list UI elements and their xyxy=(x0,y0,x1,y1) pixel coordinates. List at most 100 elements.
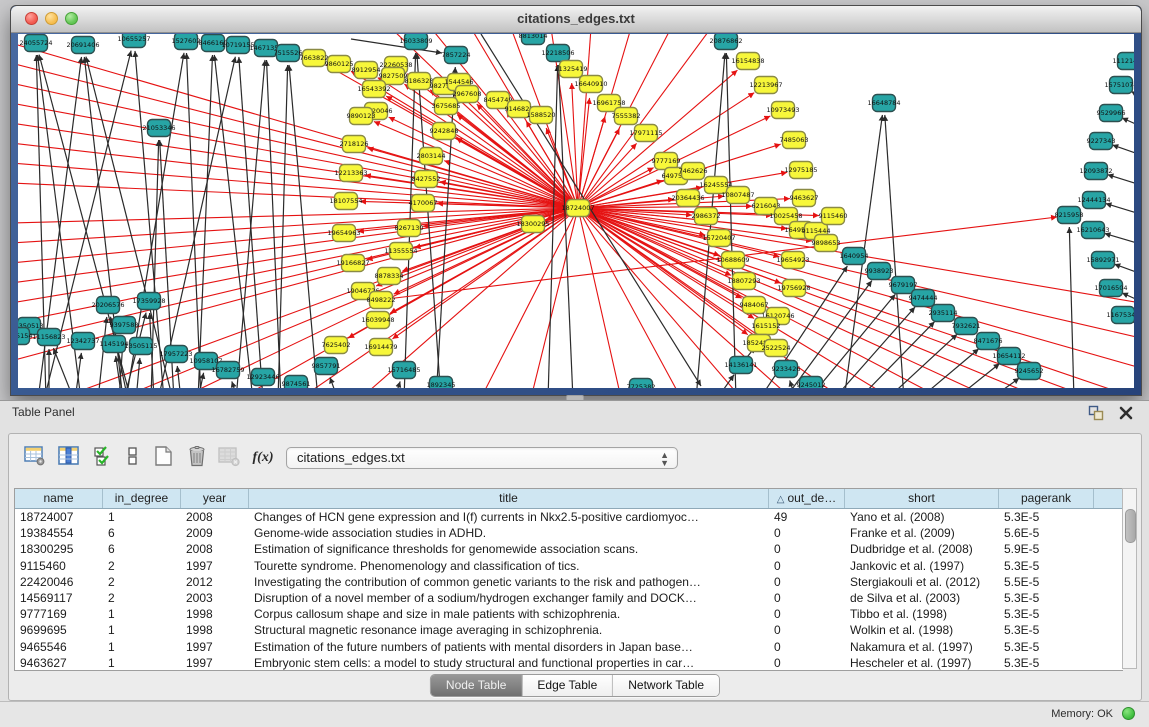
table-cell[interactable]: 0 xyxy=(769,590,845,606)
table-cell[interactable]: 0 xyxy=(769,525,845,541)
graph-edge[interactable] xyxy=(330,377,338,388)
graph-node[interactable]: 8267130 xyxy=(395,220,424,237)
graph-edge[interactable] xyxy=(18,208,578,283)
column-header-year[interactable]: year xyxy=(181,489,249,508)
graph-node[interactable]: 9463627 xyxy=(790,190,819,207)
table-cell[interactable]: 0 xyxy=(769,639,845,655)
delete-table-button[interactable] xyxy=(215,444,243,472)
graph-node[interactable]: 17957223 xyxy=(159,346,192,363)
table-cell[interactable]: 18300295 xyxy=(15,541,103,557)
graph-node[interactable]: 9890123 xyxy=(347,108,376,125)
graph-node[interactable]: 18724007 xyxy=(561,200,594,217)
graph-edge[interactable] xyxy=(18,208,578,361)
merge-rows-button[interactable] xyxy=(119,444,147,472)
table-row[interactable]: 1456911722003Disruption of a novel membe… xyxy=(15,590,1123,606)
graph-node[interactable]: 9397588 xyxy=(110,317,139,334)
window-titlebar[interactable]: citations_edges.txt xyxy=(11,6,1141,33)
graph-node[interactable]: 12444134 xyxy=(1077,192,1110,209)
graph-node[interactable]: 12923446 xyxy=(246,369,279,386)
table-row[interactable]: 1830029562008Estimation of significance … xyxy=(15,541,1123,557)
table-cell[interactable]: Tourette syndrome. Phenomenology and cla… xyxy=(249,558,769,574)
table-row[interactable]: 946362711997Embryonic stem cells: a mode… xyxy=(15,655,1123,671)
table-cell[interactable]: Jankovic et al. (1997) xyxy=(845,558,999,574)
graph-node[interactable]: 10655257 xyxy=(117,34,150,48)
graph-edge[interactable] xyxy=(885,115,904,388)
graph-edge[interactable] xyxy=(136,358,140,388)
graph-node[interactable]: 7857224 xyxy=(442,47,471,64)
graph-node[interactable]: 10654112 xyxy=(992,348,1025,365)
table-cell[interactable]: 9465546 xyxy=(15,639,103,655)
tab-network-table[interactable]: Network Table xyxy=(613,675,719,696)
graph-node[interactable]: 9938923 xyxy=(865,263,894,280)
graph-node[interactable]: 1640954 xyxy=(840,248,869,265)
graph-node[interactable]: 2935114 xyxy=(929,305,958,322)
function-builder-button[interactable]: f(x) xyxy=(249,444,277,472)
graph-edge[interactable] xyxy=(1131,91,1134,101)
table-cell[interactable]: Estimation of significance thresholds fo… xyxy=(249,541,769,557)
table-cell[interactable]: 1998 xyxy=(181,622,249,638)
float-window-icon[interactable] xyxy=(1087,404,1105,422)
graph-edge[interactable] xyxy=(456,138,578,208)
graph-edge[interactable] xyxy=(1122,118,1134,129)
graph-node[interactable]: 17016504 xyxy=(1094,280,1127,297)
graph-node[interactable]: 8878334 xyxy=(375,268,404,285)
table-cell[interactable]: 5.3E-5 xyxy=(999,606,1094,622)
table-row[interactable]: 2242004622012Investigating the contribut… xyxy=(15,574,1123,590)
table-cell[interactable]: 5.6E-5 xyxy=(999,525,1094,541)
graph-node[interactable]: 12975185 xyxy=(784,162,817,179)
graph-node[interactable]: 3675685 xyxy=(432,98,461,115)
graph-node[interactable]: 9529966 xyxy=(1097,105,1126,122)
table-cell[interactable]: Dudbridge et al. (2008) xyxy=(845,541,999,557)
graph-node[interactable]: 8215958 xyxy=(1055,207,1084,224)
table-cell[interactable]: 1 xyxy=(103,639,181,655)
graph-node[interactable]: 12213363 xyxy=(334,165,367,182)
graph-node[interactable]: 21053346 xyxy=(142,120,175,137)
graph-node[interactable]: 8498222 xyxy=(367,292,396,309)
table-cell[interactable]: 1 xyxy=(103,622,181,638)
table-cell[interactable]: Corpus callosum shape and size in male p… xyxy=(249,606,769,622)
graph-node[interactable]: 12213967 xyxy=(749,77,782,94)
table-cell[interactable]: 2009 xyxy=(181,525,249,541)
table-cell[interactable]: Estimation of the future numbers of pati… xyxy=(249,639,769,655)
graph-node[interactable]: 15716485 xyxy=(387,362,420,379)
graph-edge[interactable] xyxy=(214,55,253,388)
table-cell[interactable]: 5.3E-5 xyxy=(999,639,1094,655)
graph-node[interactable]: 1892345 xyxy=(427,377,456,389)
graph-node[interactable]: 14136141 xyxy=(724,357,757,374)
table-cell[interactable]: 1997 xyxy=(181,639,249,655)
network-canvas[interactable]: 1872400724055724206914061065525715276028… xyxy=(18,34,1134,388)
table-cell[interactable]: Stergiakouli et al. (2012) xyxy=(845,574,999,590)
graph-node[interactable]: 2522524 xyxy=(762,340,791,357)
column-header-in_degree[interactable]: in_degree xyxy=(103,489,181,508)
graph-edge[interactable] xyxy=(198,55,212,388)
table-cell[interactable]: 2012 xyxy=(181,574,249,590)
graph-node[interactable]: 12342737 xyxy=(66,333,99,350)
tab-edge-table[interactable]: Edge Table xyxy=(522,675,613,696)
table-cell[interactable]: Embryonic stem cells: a model to study s… xyxy=(249,655,769,671)
table-cell[interactable]: 5.5E-5 xyxy=(999,574,1094,590)
graph-node[interactable]: 1588520 xyxy=(527,107,556,124)
graph-edge[interactable] xyxy=(1105,233,1134,246)
table-scrollbar[interactable] xyxy=(1122,488,1137,669)
graph-edge[interactable] xyxy=(578,116,605,208)
graph-node[interactable]: 2718126 xyxy=(340,136,369,153)
graph-node[interactable]: 10807487 xyxy=(721,187,754,204)
graph-node[interactable]: 15751074 xyxy=(1104,77,1134,94)
delete-column-button[interactable] xyxy=(183,444,211,472)
table-cell[interactable]: 0 xyxy=(769,541,845,557)
table-cell[interactable]: 2008 xyxy=(181,509,249,525)
graph-node[interactable]: 9874561 xyxy=(282,376,311,389)
graph-node[interactable]: 9898653 xyxy=(812,235,841,252)
graph-node[interactable]: 10973493 xyxy=(766,102,799,119)
table-cell[interactable]: Changes of HCN gene expression and I(f) … xyxy=(249,509,769,525)
graph-node[interactable]: 9233426 xyxy=(772,361,801,378)
graph-node[interactable]: 7725382 xyxy=(627,379,656,389)
graph-node[interactable]: 2803144 xyxy=(417,148,446,165)
graph-node[interactable]: 11675340 xyxy=(1106,307,1134,324)
graph-node[interactable]: 9242848 xyxy=(430,123,459,140)
table-cell[interactable]: 22420046 xyxy=(15,574,103,590)
graph-node[interactable]: 12218506 xyxy=(541,45,574,62)
new-column-button[interactable] xyxy=(149,444,177,472)
graph-node[interactable]: 16039948 xyxy=(361,312,394,329)
tab-node-table[interactable]: Node Table xyxy=(431,675,523,696)
